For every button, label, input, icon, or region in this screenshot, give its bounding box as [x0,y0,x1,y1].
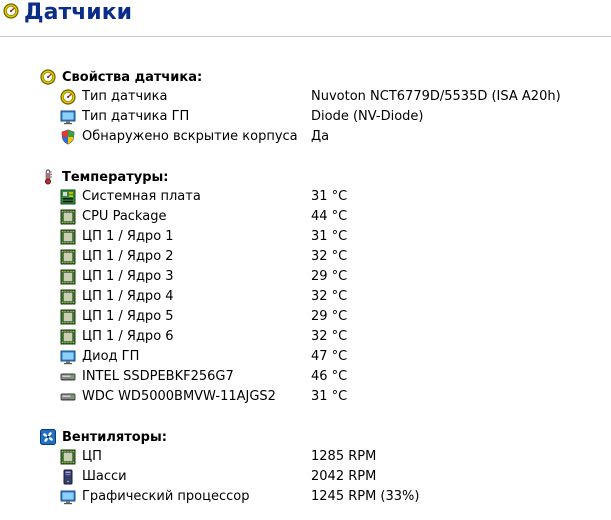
sensor-value: 32 °C [311,249,348,264]
fan-icon [40,429,56,445]
thermometer-icon [40,169,56,185]
sensor-name: ЦП 1 / Ядро 1 [82,229,174,244]
section-title: Свойства датчика: [62,69,203,85]
sensor-row: ЦП 1 / Ядро 4 32 °C [60,288,600,306]
sensor-gauge-icon [3,3,19,19]
sensor-value: 44 °C [311,209,348,224]
sensor-row: Диод ГП 47 °C [60,348,600,366]
page-title: Датчики [24,0,133,25]
monitor-icon [60,349,76,365]
section-header: Вентиляторы: [40,428,167,446]
sensor-value: Diode (NV-Diode) [311,109,424,124]
sensor-name: ЦП 1 / Ядро 6 [82,329,174,344]
section-header: Свойства датчика: [40,68,202,86]
sensor-value: Да [311,129,330,144]
sensor-value: 31 °C [311,229,348,244]
sensor-value: 29 °C [311,309,348,324]
sensor-row: ЦП 1 / Ядро 1 31 °C [60,228,600,246]
cpu-chip-icon [60,329,76,345]
sensor-value: 29 °C [311,269,348,284]
sensor-name: ЦП [82,449,102,464]
sensor-row: ЦП 1 / Ядро 5 29 °C [60,308,600,326]
sensor-value: 32 °C [311,289,348,304]
sensor-value: 32 °C [311,329,348,344]
section-header: Температуры: [40,168,168,186]
sensor-row: CPU Package 44 °C [60,208,600,226]
sensor-row: ЦП 1 / Ядро 2 32 °C [60,248,600,266]
sensor-value: 31 °C [311,389,348,404]
sensor-row: ЦП 1285 RPM [60,448,600,466]
sensor-name: Тип датчика [82,89,168,104]
cpu-chip-icon [60,269,76,285]
drive-icon [60,389,76,405]
chassis-icon [60,469,76,485]
sensor-row: ЦП 1 / Ядро 6 32 °C [60,328,600,346]
section-title: Температуры: [62,169,169,185]
cpu-chip-icon [60,309,76,325]
sensor-name: ЦП 1 / Ядро 5 [82,309,174,324]
sensor-row: ЦП 1 / Ядро 3 29 °C [60,268,600,286]
sensor-name: ЦП 1 / Ядро 3 [82,269,174,284]
drive-icon [60,369,76,385]
sensor-name: ЦП 1 / Ядро 2 [82,249,174,264]
cpu-chip-icon [60,229,76,245]
sensor-name: INTEL SSDPEBKF256G7 [82,369,234,384]
sensor-gauge-icon [60,89,76,105]
sensor-value: 47 °C [311,349,348,364]
sensor-name: Шасси [82,469,127,484]
sensor-name: ЦП 1 / Ядро 4 [82,289,174,304]
page-header: Датчики [0,0,611,37]
sensor-value: 46 °C [311,369,348,384]
sensor-name: WDC WD5000BMVW-11AJGS2 [82,389,276,404]
motherboard-icon [60,189,76,205]
sensor-value: Nuvoton NCT6779D/5535D (ISA A20h) [311,89,561,104]
sensor-row: Системная плата 31 °C [60,188,600,206]
sensor-row: Тип датчика ГП Diode (NV-Diode) [60,108,600,126]
cpu-chip-icon [60,449,76,465]
sensor-row: INTEL SSDPEBKF256G7 46 °C [60,368,600,386]
sensor-gauge-icon [40,69,56,85]
sensor-value: 1245 RPM (33%) [311,489,420,504]
cpu-chip-icon [60,209,76,225]
sensor-row: WDC WD5000BMVW-11AJGS2 31 °C [60,388,600,406]
sensor-value: 2042 RPM [311,469,377,484]
section-title: Вентиляторы: [62,429,167,445]
sensor-value: 31 °C [311,189,348,204]
cpu-chip-icon [60,249,76,265]
sensor-row: Графический процессор 1245 RPM (33%) [60,488,600,506]
sensor-name: Диод ГП [82,349,140,364]
cpu-chip-icon [60,289,76,305]
sensor-name: Тип датчика ГП [82,109,190,124]
monitor-icon [60,489,76,505]
sensor-name: Системная плата [82,189,201,204]
sensor-name: Обнаружено вскрытие корпуса [82,129,298,144]
sensor-value: 1285 RPM [311,449,377,464]
sensor-name: Графический процессор [82,489,250,504]
sensor-row: Тип датчика Nuvoton NCT6779D/5535D (ISA A… [60,88,600,106]
monitor-icon [60,109,76,125]
sensor-row: Обнаружено вскрытие корпуса Да [60,128,600,146]
shield-icon [60,129,76,145]
sensor-name: CPU Package [82,209,167,224]
sensor-row: Шасси 2042 RPM [60,468,600,486]
